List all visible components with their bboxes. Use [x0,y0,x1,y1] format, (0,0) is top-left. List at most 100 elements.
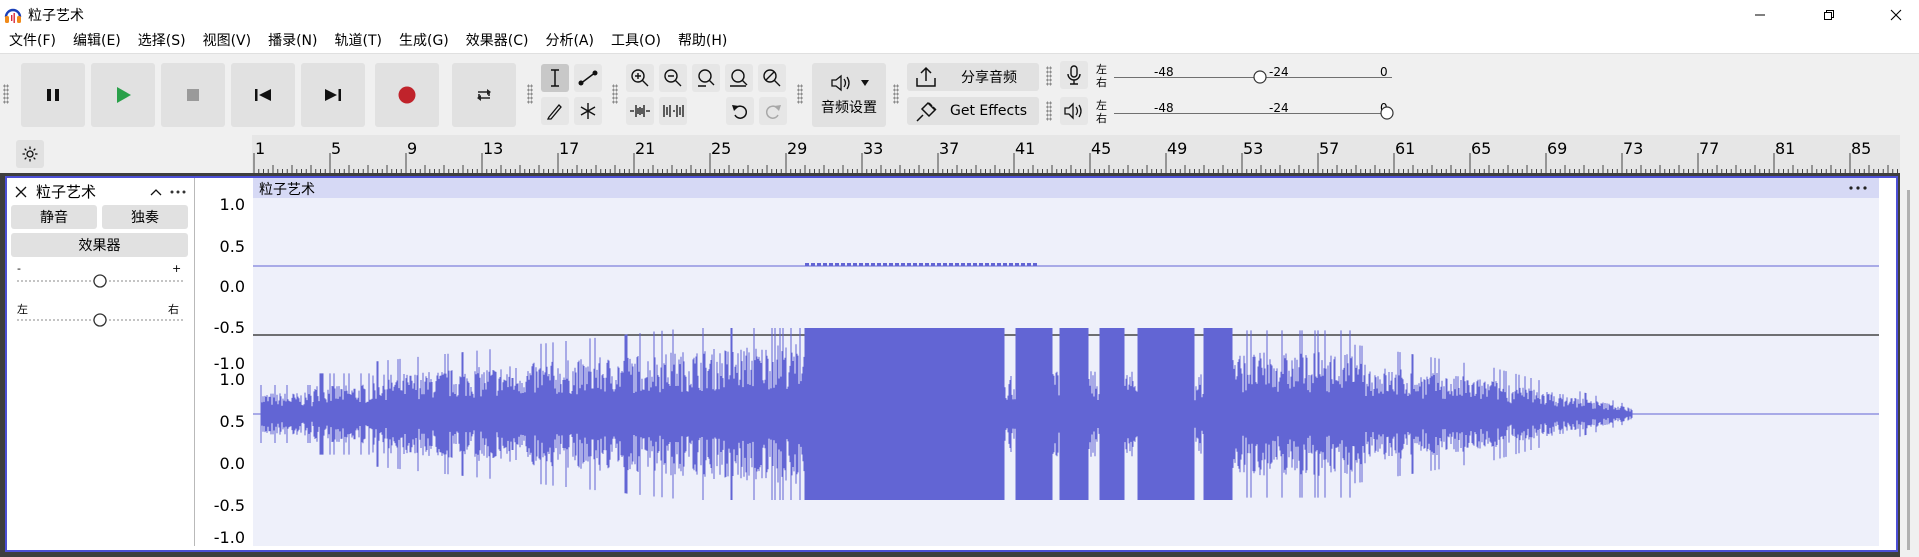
playback-volume-knob[interactable] [1380,106,1394,120]
playback-meter-grip[interactable] [1046,101,1052,121]
playback-meter-button[interactable] [1060,97,1088,125]
scale-label: 0.0 [219,277,245,296]
stop-button[interactable] [161,63,225,127]
audio-clip[interactable]: 粒子艺术 [253,178,1879,546]
draw-tool-button[interactable] [541,97,569,125]
skip-to-end-button[interactable] [301,63,365,127]
minimize-icon [1755,14,1765,15]
clip-menu-icon[interactable] [1849,186,1867,190]
meter-right-label: 右 [1096,76,1107,89]
pan-slider[interactable] [17,310,185,330]
solo-button[interactable]: 独奏 [102,205,188,229]
dropdown-arrow-icon [861,80,869,86]
menu-record[interactable]: 播录(N) [259,29,325,53]
audio-setup-grip[interactable] [797,84,803,104]
menu-edit[interactable]: 编辑(E) [64,29,129,53]
playback-meter[interactable]: 左右 -48 -24 0 [1096,97,1394,127]
restore-button[interactable] [1806,0,1852,29]
timeline-ruler[interactable]: 1 5 9 13 17 21 25 29 33 37 41 45 49 53 57 61 65 69 73 77 81 8… [252,135,1919,174]
record-meter-grip[interactable] [1046,66,1052,86]
menu-analyze[interactable]: 分析(A) [536,29,602,53]
zoom-out-button[interactable] [659,64,687,92]
gain-slider[interactable] [17,271,185,291]
fit-project-button[interactable] [725,64,753,92]
record-meter-button[interactable] [1060,61,1088,89]
get-effects-button[interactable]: Get Effects [907,97,1039,125]
undo-button[interactable] [726,97,754,125]
scale-label: 1.0 [219,195,245,214]
loop-button[interactable] [452,63,516,127]
trim-audio-button[interactable] [626,97,654,125]
ruler-label: 49 [1167,139,1188,158]
ruler-label: 13 [483,139,504,158]
track-name[interactable]: 粒子艺术 [36,181,96,202]
effects-button[interactable]: 效果器 [11,233,188,257]
ruler-label: 81 [1775,139,1796,158]
window-title: 粒子艺术 [28,8,84,24]
ruler-label: 53 [1243,139,1264,158]
pause-icon [47,89,59,101]
zoom-in-icon [631,69,649,87]
skip-to-start-button[interactable] [231,63,295,127]
vertical-scrollbar[interactable] [1900,135,1919,557]
audio-setup-button[interactable]: 音频设置 [812,63,886,127]
pause-button[interactable] [21,63,85,127]
selection-tool-button[interactable] [541,64,569,92]
play-icon [117,87,131,103]
menu-tools[interactable]: 工具(O) [602,29,669,53]
minimize-button[interactable] [1737,0,1783,29]
record-volume-knob[interactable] [1253,70,1267,84]
collapse-track-icon[interactable] [150,187,162,197]
timeline-options-button[interactable] [16,140,44,168]
ruler-label: 21 [635,139,656,158]
zoom-toggle-button[interactable] [758,64,786,92]
asterisk-icon [580,103,596,119]
ruler-label: 37 [939,139,960,158]
record-meter-tick: 0 [1380,65,1388,79]
track-menu-icon[interactable] [170,190,186,194]
menu-generate[interactable]: 生成(G) [390,29,457,53]
speaker-icon [831,74,850,92]
play-button[interactable] [91,63,155,127]
i-beam-icon [551,69,559,87]
edit-grip[interactable] [612,84,618,104]
record-meter-tick: -24 [1269,65,1289,79]
undo-icon [732,105,748,119]
ruler-label: 77 [1699,139,1720,158]
share-audio-button[interactable]: 分享音频 [907,63,1039,91]
share-audio-label: 分享音频 [961,70,1017,86]
close-button[interactable] [1873,0,1919,29]
zoom-selection-icon [698,69,715,87]
menu-file[interactable]: 文件(F) [0,29,64,53]
toolbar-grip[interactable] [3,84,9,104]
fit-selection-button[interactable] [692,64,720,92]
scale-label: -0.5 [213,496,245,515]
ruler-label: 85 [1851,139,1872,158]
skip-to-end-icon [325,89,341,101]
scale-label: 0.5 [219,412,245,431]
menu-effect[interactable]: 效果器(C) [457,29,537,53]
multi-tool-button[interactable] [574,97,602,125]
menu-select[interactable]: 选择(S) [129,29,194,53]
redo-button[interactable] [759,97,787,125]
menu-tracks[interactable]: 轨道(T) [326,29,390,53]
clip-header[interactable]: 粒子艺术 [253,178,1879,198]
amplitude-ruler[interactable]: 1.0 0.5 0.0 -0.5 -1.0 1.0 0.5 0.0 -0.5 -… [196,178,251,547]
mute-button[interactable]: 静音 [11,205,97,229]
menu-help[interactable]: 帮助(H) [669,29,735,53]
meter-left-label: 左 [1096,99,1107,112]
silence-audio-button[interactable] [659,97,687,125]
envelope-tool-button[interactable] [574,64,602,92]
ruler-label: 41 [1015,139,1036,158]
scale-label: 0.0 [219,454,245,473]
ruler-label: 29 [787,139,808,158]
record-button[interactable] [375,63,439,127]
share-grip[interactable] [893,84,899,104]
tools-grip[interactable] [527,84,533,104]
record-meter[interactable]: 左右 -48 -24 0 [1096,61,1394,91]
menu-view[interactable]: 视图(V) [194,29,260,53]
upload-icon [916,66,936,87]
get-effects-label: Get Effects [950,103,1027,119]
close-track-icon[interactable] [15,186,27,198]
zoom-in-button[interactable] [626,64,654,92]
